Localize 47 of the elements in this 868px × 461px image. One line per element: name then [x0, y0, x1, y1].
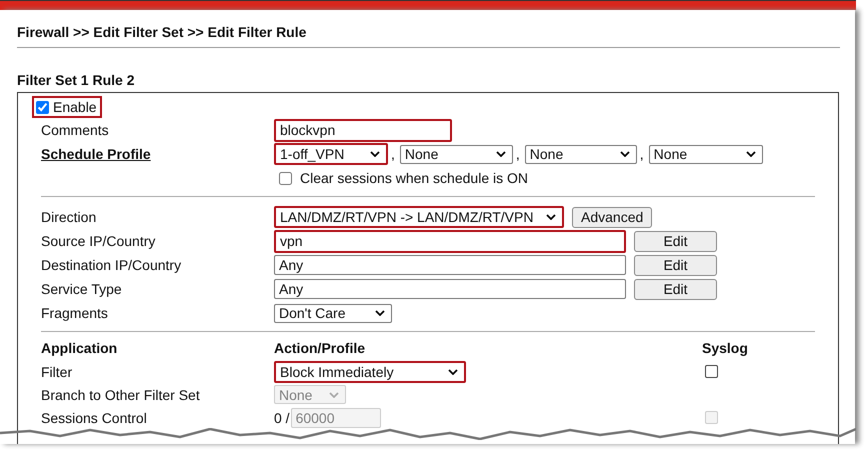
column-header: Application: [41, 340, 118, 357]
dropdown[interactable]: LAN/DMZ/RT/VPN -> LAN/DMZ/RT/VPN: [274, 206, 564, 228]
edit-button[interactable]: Edit: [634, 254, 717, 276]
enable-checkbox[interactable]: [36, 100, 49, 114]
chevron-icon: [375, 310, 385, 316]
field-label: Comments: [41, 122, 110, 138]
chevron-icon: [496, 151, 506, 157]
field-label: Branch to Other Filter Set: [41, 386, 201, 402]
dropdown[interactable]: Block Immediately: [274, 360, 466, 382]
column-header: Action/Profile: [274, 340, 366, 357]
schedule-select[interactable]: None: [400, 144, 513, 164]
text-field[interactable]: vpn: [274, 230, 626, 252]
text-field[interactable]: Any: [274, 279, 626, 299]
field-label: Destination IP/Country: [41, 257, 182, 273]
field-label: Fragments: [41, 305, 109, 321]
syslog-checkbox[interactable]: [705, 365, 718, 378]
field-label: Direction: [41, 209, 98, 225]
comments-field[interactable]: blockvpn: [274, 118, 452, 142]
edit-button[interactable]: Edit: [634, 230, 717, 252]
text-field[interactable]: Any: [274, 255, 626, 275]
schedule-select[interactable]: None: [524, 144, 637, 164]
schedule-profile-link[interactable]: Schedule Profile: [41, 146, 274, 162]
column-header: Syslog: [702, 340, 748, 357]
schedule-select[interactable]: None: [648, 144, 763, 164]
checkbox-label: Enable: [53, 99, 97, 115]
field-label: Sessions Control: [41, 410, 148, 426]
clear-sessions-checkbox[interactable]: [279, 172, 292, 184]
separator: ,: [391, 146, 395, 162]
separator: ,: [640, 146, 644, 162]
field-label: Source IP/Country: [41, 233, 156, 249]
edit-button[interactable]: Edit: [634, 278, 717, 300]
section-title: Filter Set 1 Rule 2: [17, 72, 136, 89]
dropdown[interactable]: Don't Care: [274, 304, 392, 322]
checkbox-label: Clear sessions when schedule is ON: [300, 170, 528, 186]
chevron-icon: [370, 151, 380, 157]
field-label: Filter: [41, 364, 74, 380]
field-label: Service Type: [41, 281, 123, 297]
schedule-select[interactable]: 1-off_VPN: [274, 143, 388, 165]
chevron-icon: [546, 214, 556, 220]
chevron-icon: [448, 368, 458, 374]
separator: ,: [516, 146, 520, 162]
breadcrumb: Firewall >> Edit Filter Set >> Edit Filter Rule: [17, 24, 308, 42]
chevron-icon: [620, 151, 630, 157]
edit-button[interactable]: Advanced: [572, 206, 652, 228]
chevron-icon: [329, 392, 339, 398]
chevron-icon: [746, 151, 756, 157]
session-count: 0 /: [274, 410, 290, 426]
